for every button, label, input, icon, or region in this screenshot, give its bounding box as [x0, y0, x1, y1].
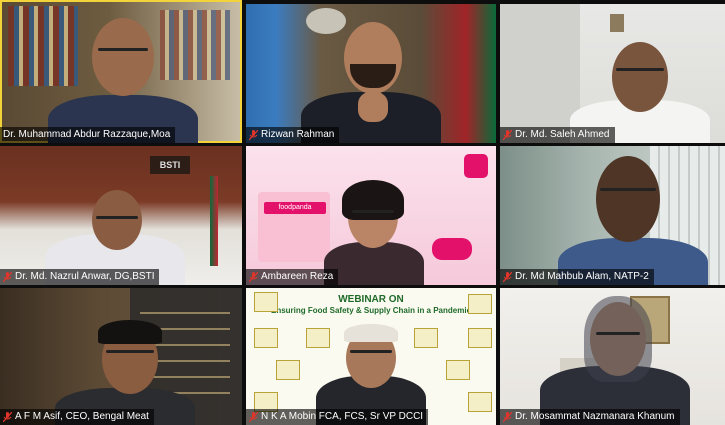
video-tile-mobin[interactable]: WEBINAR ON Ensuring Food Safety & Supply…	[246, 288, 496, 425]
logo-icon	[468, 294, 492, 314]
muted-mic-icon	[503, 271, 512, 282]
video-tile-mahbub[interactable]: Dr. Md Mahbub Alam, NATP-2	[500, 146, 725, 285]
muted-mic-icon	[503, 411, 512, 422]
bsti-sign: BSTI	[150, 156, 190, 174]
trophy-plate	[306, 8, 346, 34]
video-tile-nazmanara[interactable]: Dr. Mosammat Nazmanara Khanum	[500, 288, 725, 425]
wall-clock	[610, 14, 624, 32]
muted-mic-icon	[249, 271, 258, 282]
video-tile-asif[interactable]: A F M Asif, CEO, Bengal Meat	[0, 288, 242, 425]
participant-name-label: A F M Asif, CEO, Bengal Meat	[0, 409, 154, 425]
logo-icon	[446, 360, 470, 380]
flag	[210, 176, 218, 266]
muted-mic-icon	[249, 411, 258, 422]
muted-mic-icon	[3, 411, 12, 422]
bookshelf	[8, 6, 78, 86]
logo-icon	[468, 328, 492, 348]
participant-name-label: Dr. Md. Nazrul Anwar, DG,BSTI	[0, 269, 160, 285]
participant-name-label: N K A Mobin FCA, FCS, Sr VP DCCI	[246, 409, 429, 425]
muted-mic-icon	[249, 129, 258, 140]
delivery-scooter	[432, 238, 472, 260]
muted-mic-icon	[3, 271, 12, 282]
foodpanda-sign: foodpanda	[264, 202, 326, 214]
logo-icon	[414, 328, 438, 348]
webinar-subtitle: Ensuring Food Safety & Supply Chain in a…	[270, 306, 472, 315]
participant-name-label: Dr. Md Mahbub Alam, NATP-2	[500, 269, 654, 285]
muted-mic-icon	[503, 129, 512, 140]
video-tile-nazrul[interactable]: BSTI Dr. Md. Nazrul Anwar, DG,BSTI	[0, 146, 242, 285]
participant-name-label: Rizwan Rahman	[246, 127, 340, 143]
participant-name-label: Ambareen Reza	[246, 269, 339, 285]
logo-icon	[276, 360, 300, 380]
video-tile-rizwan[interactable]: Rizwan Rahman	[246, 4, 496, 143]
webinar-title: WEBINAR ON	[338, 294, 404, 305]
logo-icon	[254, 292, 278, 312]
video-tile-razzaque[interactable]: Dr. Muhammad Abdur Razzaque,Moa	[0, 0, 242, 143]
logo-icon	[306, 328, 330, 348]
logo-icon	[254, 328, 278, 348]
logo-icon	[468, 392, 492, 412]
foodpanda-logo-icon	[464, 154, 488, 178]
wall	[500, 4, 580, 143]
participant-name-label: Dr. Md. Saleh Ahmed	[500, 127, 615, 143]
video-tile-saleh[interactable]: Dr. Md. Saleh Ahmed	[500, 4, 725, 143]
video-tile-ambareen[interactable]: foodpanda Ambareen Reza	[246, 146, 496, 285]
participant-name-label: Dr. Mosammat Nazmanara Khanum	[500, 409, 680, 425]
bookshelf	[160, 10, 230, 80]
participant-name-label: Dr. Muhammad Abdur Razzaque,Moa	[0, 127, 176, 143]
